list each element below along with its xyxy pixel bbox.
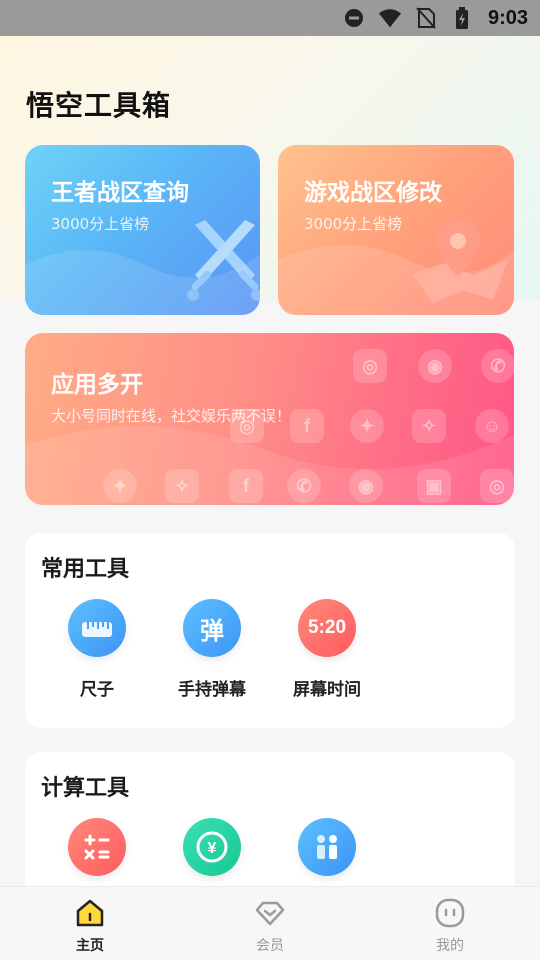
common-tools-section: 常用工具 尺子 弹 手持弹幕 5:20 屏幕时间	[25, 533, 515, 728]
tool-label: 屏幕时间	[293, 680, 361, 700]
tool-calculator[interactable]	[37, 818, 157, 876]
whatsapp-icon: ✆	[481, 349, 514, 383]
tab-label: 我的	[436, 938, 464, 954]
tool-currency-exchange[interactable]: ¥	[152, 818, 272, 876]
snapchat-icon: ☺	[475, 409, 509, 443]
card-subtitle: 3000分上省榜	[51, 215, 150, 233]
map-location-icon	[413, 220, 508, 303]
facebook-icon: f	[290, 409, 324, 443]
app-logo-icon: ◉	[418, 349, 452, 383]
card-subtitle: 3000分上省榜	[304, 215, 403, 233]
relative-calc-icon	[298, 818, 356, 876]
tool-label: 尺子	[80, 680, 114, 700]
app-title: 悟空工具箱	[26, 89, 172, 122]
app-logo-icon: ◉	[349, 469, 383, 503]
tool-handheld-danmaku[interactable]: 弹 手持弹幕	[152, 599, 272, 700]
crossed-swords-icon	[187, 220, 260, 301]
weibo-icon: ✦	[103, 469, 137, 503]
no-sim-icon	[414, 6, 438, 30]
app-multi-open-card[interactable]: ◎ ◉ ✆ ◎ f ✦ ✧ ☺ ✦ ✧ f ✆ ◉ ▣ ◎ 应用多开 大小号同时…	[25, 333, 514, 505]
card-title: 游戏战区修改	[304, 180, 442, 206]
card-title: 应用多开	[51, 372, 143, 398]
home-icon	[76, 899, 104, 927]
bottom-tab-bar: 主页 会员 我的	[0, 886, 540, 960]
tab-home[interactable]: 主页	[0, 887, 180, 960]
weibo-icon: ✦	[350, 409, 384, 443]
king-zone-query-card[interactable]: 王者战区查询 3000分上省榜	[25, 145, 260, 315]
instagram-icon: ◎	[480, 469, 514, 503]
currency-exchange-icon: ¥	[183, 818, 241, 876]
card-subtitle: 大小号同时在线，社交娱乐两不误！	[51, 407, 292, 425]
calculator-icon	[68, 818, 126, 876]
danmaku-icon: 弹	[183, 599, 241, 657]
tab-me[interactable]: 我的	[360, 887, 540, 960]
do-not-disturb-icon	[342, 6, 366, 30]
clock-glyph: 5:20	[307, 617, 347, 638]
diamond-icon	[255, 901, 285, 926]
game-zone-modify-card[interactable]: 游戏战区修改 3000分上省榜	[278, 145, 514, 315]
whatsapp-icon: ✆	[287, 469, 321, 503]
status-time: 9:03	[487, 6, 528, 29]
tab-label: 主页	[76, 938, 104, 954]
section-title: 常用工具	[41, 557, 130, 582]
facebook-icon: f	[229, 469, 263, 503]
tool-ruler[interactable]: 尺子	[37, 599, 157, 700]
tool-relative-calculator[interactable]	[267, 818, 387, 876]
tool-screen-time[interactable]: 5:20 屏幕时间	[267, 599, 387, 700]
twitter-icon: ✧	[165, 469, 199, 503]
tool-label: 手持弹幕	[178, 680, 246, 700]
svg-text:¥: ¥	[208, 840, 217, 857]
clock-icon: 5:20	[298, 599, 356, 657]
twitter-icon: ✧	[412, 409, 446, 443]
chat-app-icon: ▣	[417, 469, 451, 503]
section-title: 计算工具	[41, 776, 130, 801]
ruler-icon	[68, 599, 126, 657]
instagram-icon: ◎	[353, 349, 387, 383]
wifi-icon	[378, 6, 402, 30]
card-title: 王者战区查询	[51, 180, 189, 206]
tab-label: 会员	[256, 938, 284, 954]
tab-vip[interactable]: 会员	[180, 887, 360, 960]
danmaku-glyph: 弹	[200, 616, 224, 645]
status-bar: 9:03	[0, 0, 540, 36]
profile-face-icon	[435, 898, 465, 928]
battery-charging-icon	[450, 6, 474, 30]
